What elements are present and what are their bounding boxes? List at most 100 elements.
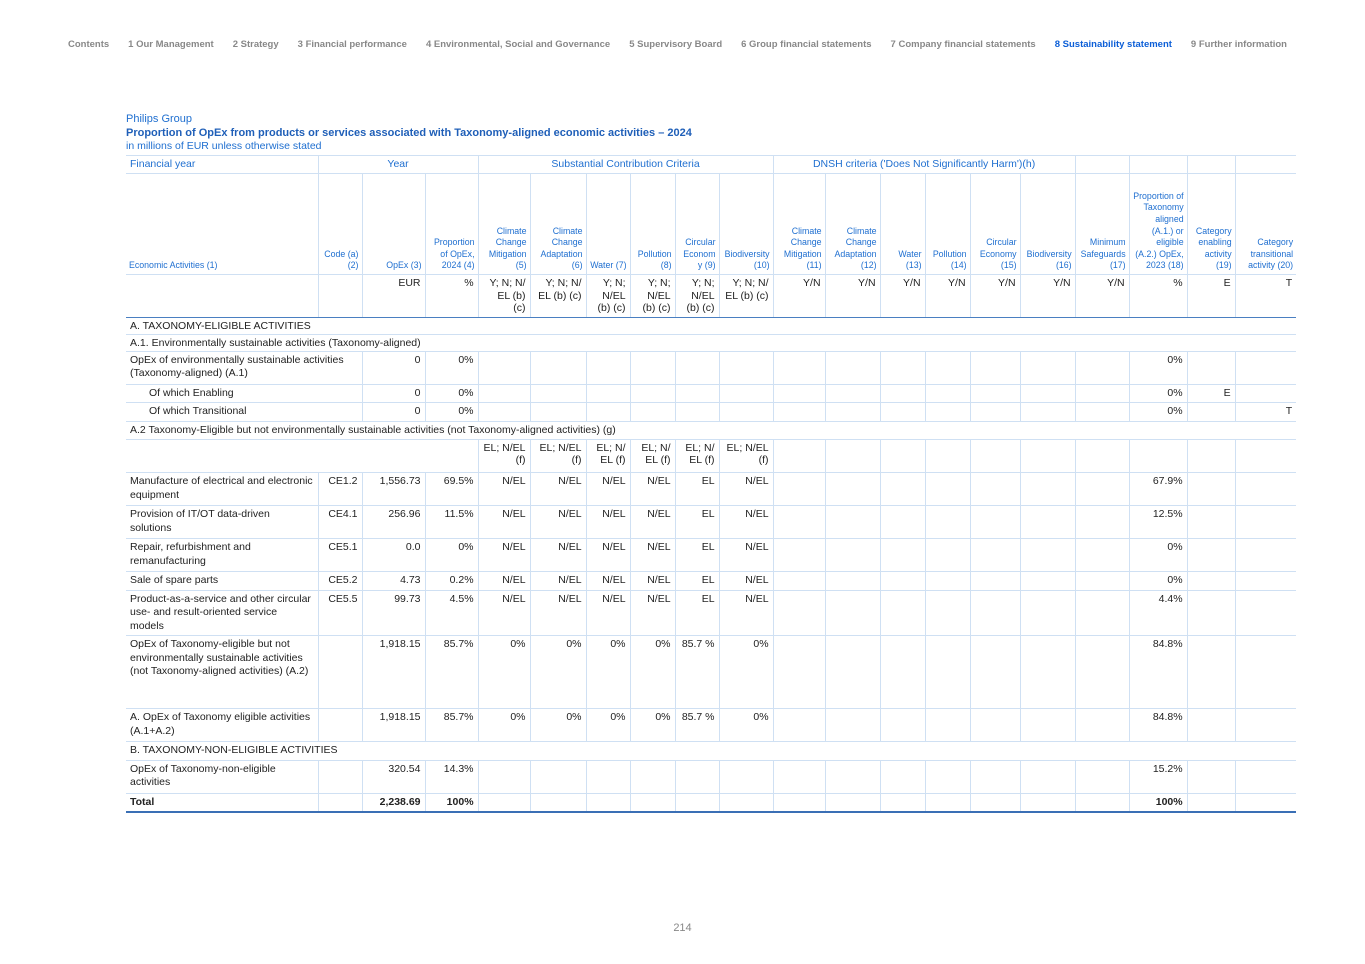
section-row: A. TAXONOMY-ELIGIBLE ACTIVITIES	[126, 317, 1297, 335]
unit-cell: EUR	[362, 274, 426, 318]
empty-cell	[773, 590, 826, 636]
scc-circular: EL	[675, 590, 720, 636]
empty-cell	[925, 760, 971, 794]
empty-cell	[1020, 590, 1076, 636]
prev-proportion: 12.5%	[1129, 505, 1188, 539]
empty-cell	[925, 792, 971, 813]
column-header: Circular Econom y (9)	[675, 173, 720, 275]
column-header: Biodiversity (16)	[1020, 173, 1076, 275]
nav-link[interactable]: 4 Environmental, Social and Governance	[426, 39, 610, 53]
a2-unit-cell: EL; N/EL (f)	[530, 439, 587, 473]
table-row: Of which Enabling 0 0% 0% E	[126, 384, 1297, 403]
empty-header	[1235, 155, 1297, 174]
nav-link[interactable]: Contents	[68, 39, 109, 53]
transitional-flag	[1235, 351, 1297, 385]
prev-proportion: 15.2%	[1129, 760, 1188, 794]
empty-cell	[925, 384, 971, 403]
opex-proportion: 0%	[425, 538, 479, 572]
empty-header	[1075, 155, 1130, 174]
empty-cell	[719, 792, 774, 813]
column-header: Pollution (8)	[630, 173, 676, 275]
empty-cell	[1020, 635, 1076, 709]
nav-link[interactable]: 1 Our Management	[128, 39, 214, 53]
unit-cell: %	[425, 274, 479, 318]
opex-proportion: 0.2%	[425, 571, 479, 591]
empty-cell	[925, 439, 971, 473]
empty-cell	[970, 402, 1021, 422]
scc-pollution: N/EL	[630, 538, 676, 572]
prev-proportion: 100%	[1129, 792, 1188, 813]
empty-cell	[825, 635, 881, 709]
scc-pollution: N/EL	[630, 505, 676, 539]
empty-cell	[970, 351, 1021, 385]
nav-link[interactable]: 3 Financial performance	[298, 39, 407, 53]
empty-cell	[880, 635, 926, 709]
table-row: A. OpEx of Taxonomy eligible activities …	[126, 708, 1297, 742]
empty-cell	[1020, 439, 1076, 473]
empty-cell	[1020, 472, 1076, 506]
empty-cell	[318, 760, 363, 794]
empty-cell	[825, 505, 881, 539]
column-header: Minimum Safeguards (17)	[1075, 173, 1130, 275]
scc-circular: 85.7 %	[675, 635, 720, 709]
empty-cell	[1187, 505, 1236, 539]
scc-pollution: 0%	[630, 708, 676, 742]
section-a-label: A. TAXONOMY-ELIGIBLE ACTIVITIES	[126, 317, 1297, 335]
table-row: OpEx of environmentally sustainable acti…	[126, 351, 1297, 385]
empty-cell	[970, 708, 1021, 742]
empty-cell	[925, 708, 971, 742]
unit-cell	[126, 274, 319, 318]
units-row: EUR% Y; N; N/ EL (b) (c) Y; N; N/ EL (b) (…	[126, 274, 1297, 318]
nav-link[interactable]: 2 Strategy	[233, 39, 279, 53]
empty-cell	[925, 571, 971, 591]
opex-value: 320.54	[362, 760, 426, 794]
nav-link[interactable]: 9 Further information	[1191, 39, 1287, 53]
nav-link[interactable]: 6 Group financial statements	[741, 39, 871, 53]
empty-cell	[1235, 635, 1297, 709]
a2-unit-cell: EL; N/ EL (f)	[586, 439, 631, 473]
empty-cell	[630, 792, 676, 813]
column-header: Water (7)	[586, 173, 631, 275]
empty-cell	[970, 635, 1021, 709]
empty-cell	[630, 351, 676, 385]
empty-cell	[586, 792, 631, 813]
unit-cell	[318, 274, 363, 318]
nav-link[interactable]: 5 Supervisory Board	[629, 39, 722, 53]
scc-water: N/EL	[586, 538, 631, 572]
empty-cell	[880, 439, 926, 473]
empty-cell	[1235, 708, 1297, 742]
nav-link[interactable]: 7 Company financial statements	[891, 39, 1036, 53]
section-a1-label: A.1. Environmentally sustainable activit…	[126, 334, 1297, 352]
empty-cell	[925, 505, 971, 539]
empty-cell	[970, 505, 1021, 539]
empty-cell	[586, 384, 631, 403]
a2-unit-cell: EL; N/ EL (f)	[630, 439, 676, 473]
table-subtitle: in millions of EUR unless otherwise stat…	[126, 140, 322, 152]
nav-link[interactable]: 8 Sustainability statement	[1055, 39, 1172, 53]
unit-cell: E	[1187, 274, 1236, 318]
empty-cell	[1235, 792, 1297, 813]
empty-cell	[1075, 472, 1130, 506]
empty-cell	[773, 538, 826, 572]
column-header: Proportion of Taxonomy aligned (A.1.) or…	[1129, 173, 1188, 275]
column-header: Code (a) (2)	[318, 173, 363, 275]
scc-water: 0%	[586, 708, 631, 742]
a2-unit-cell: EL; N/EL (f)	[478, 439, 531, 473]
empty-cell	[1075, 571, 1130, 591]
empty-cell	[825, 708, 881, 742]
empty-cell	[925, 402, 971, 422]
empty-cell	[530, 792, 587, 813]
activity-code	[318, 635, 363, 709]
empty-header	[1129, 155, 1188, 174]
empty-cell	[1187, 538, 1236, 572]
activity-code: CE1.2	[318, 472, 363, 506]
prev-proportion: 0%	[1129, 402, 1188, 422]
empty-cell	[1075, 402, 1130, 422]
activity-label: Repair, refurbishment and remanufacturin…	[126, 538, 319, 572]
empty-cell	[825, 384, 881, 403]
empty-cell	[970, 439, 1021, 473]
table-row: Provision of IT/OT data-driven solutions…	[126, 505, 1297, 539]
empty-cell	[825, 590, 881, 636]
empty-cell	[719, 760, 774, 794]
opex-value: 0.0	[362, 538, 426, 572]
